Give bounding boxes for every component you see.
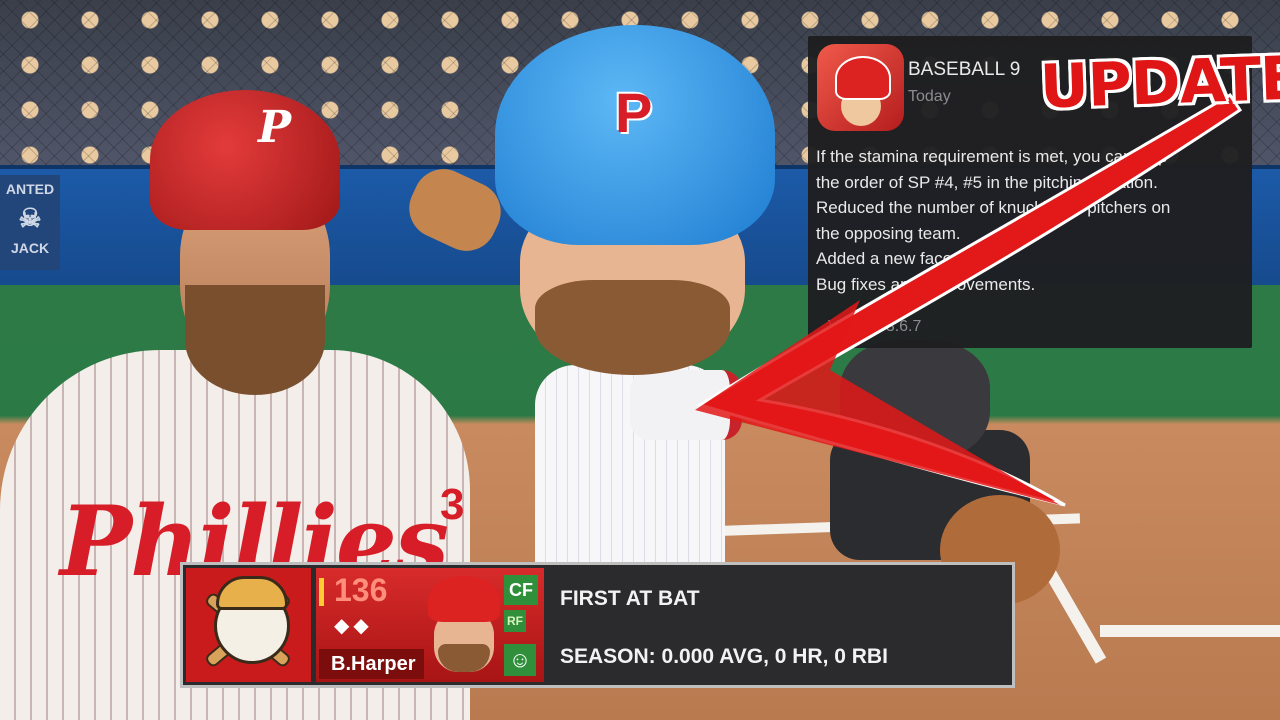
player-name: B.Harper <box>331 653 416 675</box>
batters-box-line <box>1100 625 1280 637</box>
release-note-line: Added a new face type. <box>816 249 994 268</box>
catcher-mask <box>840 340 990 460</box>
real-player-helmet: P <box>150 90 340 230</box>
overall-indicator <box>319 578 324 606</box>
player-overall: 136 <box>334 572 388 608</box>
update-date: Today <box>908 88 951 105</box>
release-note-line: the order of SP #4, #5 in the pitching r… <box>816 172 1158 192</box>
release-note-line: the opposing team. <box>816 223 961 243</box>
at-bat-info-bar: 136 ◆◆ B.Harper CF RF ☺ FIRST AT BAT SEA… <box>180 562 1015 688</box>
real-helmet-logo: P <box>258 102 292 153</box>
player-card: 136 ◆◆ B.Harper CF RF ☺ <box>316 568 544 682</box>
helmet-logo: P <box>615 81 653 144</box>
real-player-beard <box>185 285 325 395</box>
player-name-box: B.Harper <box>319 649 424 679</box>
mascot-cap-icon <box>216 576 288 610</box>
smiley-mood-icon: ☺ <box>504 644 536 676</box>
at-bat-title: FIRST AT BAT <box>560 587 700 610</box>
release-note-line: Reduced the number of knuckleball pitche… <box>816 198 1171 217</box>
cartoon-beard <box>535 280 730 375</box>
release-note-line: Bug fixes and improvements. <box>816 274 1036 294</box>
jersey-number: 3 <box>440 480 465 529</box>
version-label: Version 3.6.7 <box>828 318 922 335</box>
app-icon-helmet <box>835 56 891 100</box>
season-stats: SEASON: 0.000 AVG, 0 HR, 0 RBI <box>560 645 888 668</box>
position-badge: CF <box>504 575 538 605</box>
cartoon-arm <box>630 370 742 440</box>
portrait-helmet <box>428 576 500 622</box>
diamond-rank-icons: ◆◆ <box>334 615 373 637</box>
release-notes: If the stamina requirement is met, you c… <box>816 144 1244 297</box>
baseball9-app-icon <box>817 44 904 131</box>
sub-position-badge: RF <box>504 610 526 632</box>
app-name: BASEBALL 9 <box>908 59 1021 80</box>
update-stamp-text: UPDATE <box>1038 43 1280 123</box>
release-note-line: If the stamina requirement is met, you c… <box>816 147 1168 166</box>
team-logo <box>186 568 311 682</box>
player-portrait <box>424 576 504 676</box>
